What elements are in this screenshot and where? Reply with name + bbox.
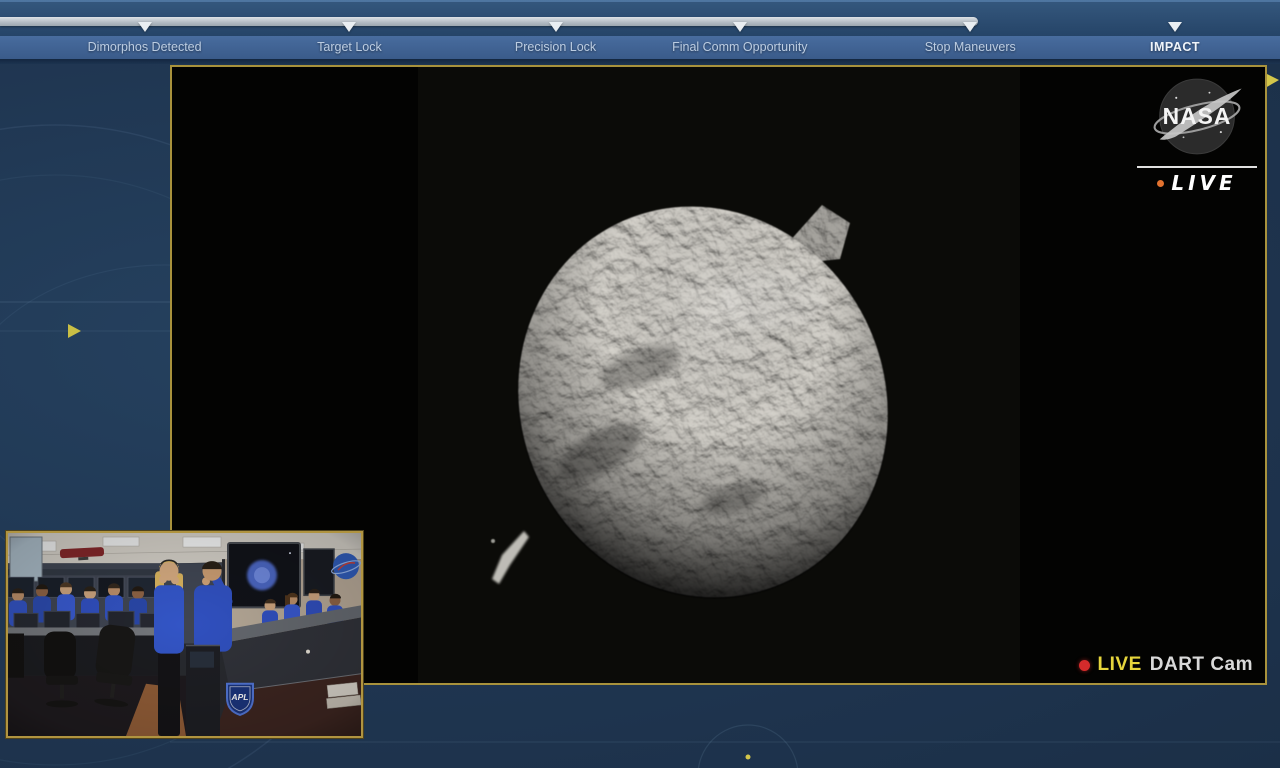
milestone-marker	[548, 22, 563, 32]
mission-timeline: Dimorphos Detected Target Lock Precision…	[0, 0, 1280, 64]
badge-live-label: LIVE	[1097, 654, 1142, 675]
record-dot-icon	[1078, 659, 1090, 671]
watermark-live-label: LIVE	[1171, 171, 1237, 195]
milestone-marker	[963, 22, 978, 32]
mission-control-pip[interactable]: APL	[6, 531, 363, 738]
badge-camera-name: DART Cam	[1149, 654, 1253, 675]
timeline-labels-band: Dimorphos Detected Target Lock Precision…	[0, 36, 1280, 59]
milestone-label: Precision Lock	[514, 40, 597, 54]
timeline-bottom-edge	[0, 59, 1280, 64]
milestone-label: Final Comm Opportunity	[672, 40, 808, 54]
milestone-label: Target Lock	[317, 40, 382, 54]
live-dot-icon	[1157, 179, 1165, 187]
control-room-scene: APL	[8, 533, 361, 736]
milestone-marker	[342, 22, 357, 32]
hud-dot-icon	[745, 754, 751, 760]
milestone-marker	[137, 22, 152, 32]
debris-fragment	[491, 531, 529, 584]
nasa-live-watermark: NASA LIVE	[1135, 75, 1259, 195]
nasa-meatball-logo: NASA	[1153, 78, 1242, 155]
milestone-label: Stop Maneuvers	[924, 40, 1016, 54]
yellow-arrow-right-icon	[1265, 73, 1279, 88]
broadcast-frame: Dimorphos Detected Target Lock Precision…	[0, 0, 1280, 768]
live-dart-cam-badge: LIVE DART Cam	[1078, 654, 1253, 676]
yellow-arrow-left-icon	[68, 324, 81, 338]
watermark-divider	[1137, 166, 1257, 168]
milestone-marker	[1168, 22, 1183, 32]
milestone-label: Dimorphos Detected	[87, 40, 202, 54]
milestone-label-impact: IMPACT	[1150, 40, 1201, 54]
milestone-marker	[732, 22, 747, 32]
nasa-wordmark: NASA	[1163, 103, 1232, 129]
